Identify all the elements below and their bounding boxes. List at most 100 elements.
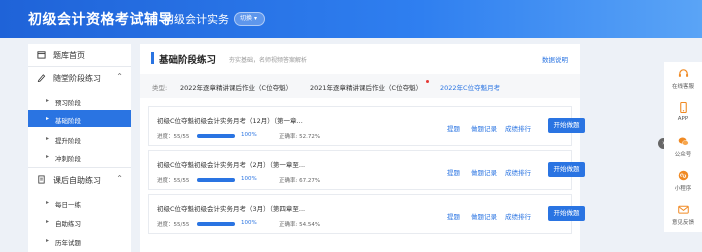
wechat-icon [678,137,689,146]
score-rank-link[interactable]: 成绩排行 [505,211,531,221]
start-practice-button[interactable]: 开始做题 [548,118,585,133]
divider [28,167,131,168]
rail-label: 在线客服 [671,84,694,90]
progress-fill [197,178,235,182]
sidebar-item-label: 自助练习 [55,220,81,228]
sidebar-item-label: 历年试题 [55,239,81,247]
progress-percent: 100% [241,132,257,138]
accuracy-rate: 正确率: 54.54% [279,222,321,228]
sidebar-group-self-practice[interactable]: 课后自助练习 ⌃ [28,169,131,191]
rail-label: 公众号 [674,152,692,158]
sidebar-item-improve[interactable]: ▸ 提升阶段 [28,130,131,147]
app-title: 初级会计资格考试辅导 [28,12,173,28]
sidebar-item-sprint[interactable]: ▸ 冲刺阶段 [28,148,131,165]
sidebar-item-label: 提升阶段 [55,137,81,145]
exam-title: 初级C位夺魁初级会计实务月考（2月）（第一章至... [157,161,306,169]
page-description: 夯实基础，名师视频答案解析 [229,57,308,64]
progress-label: 进度：55/55 [157,178,190,184]
mini-program-icon [678,170,689,181]
exam-card: 初级C位夺魁初级会计实务月考（12月）（第一章... 进度：55/55 100%… [148,106,585,146]
sidebar-item-label: 冲刺阶段 [55,155,81,163]
ask-question-link[interactable]: 提题 [447,167,460,177]
bullet-icon: ▸ [46,199,50,206]
sidebar-item-basic[interactable]: ▸ 基础阶段 [28,110,131,127]
right-tool-rail: 在线客服 APP 公众号 小程序 意见反馈 [664,62,702,232]
progress-percent: 100% [241,176,257,182]
chevron-up-icon[interactable]: ⌃ [116,174,123,183]
bullet-icon: ▸ [46,135,50,142]
progress-bar [197,178,235,182]
bullet-icon: ▸ [46,153,50,160]
exam-title: 初级C位夺魁初级会计实务月考（3月）（第四章至... [157,205,306,213]
answer-record-link[interactable]: 做题记录 [471,167,497,177]
sidebar-group-label: 随堂阶段练习 [53,74,101,83]
phone-icon [680,102,687,113]
sidebar-item-label: 基础阶段 [55,117,81,125]
chevron-down-icon: ▾ [254,15,258,22]
ask-question-link[interactable]: 提题 [447,211,460,221]
rail-label: APP [677,116,689,122]
sidebar-item-home[interactable]: 题库首页 [28,44,131,66]
answer-record-link[interactable]: 做题记录 [471,211,497,221]
bullet-icon: ▸ [46,237,50,244]
sidebar-item-past-exams[interactable]: ▸ 历年试题 [28,232,131,249]
mail-icon [678,205,689,214]
subject-name: 初级会计实务 [163,13,229,26]
sidebar-group-practice[interactable]: 随堂阶段练习 ⌃ [28,67,131,89]
filter-option-2022-homework[interactable]: 2022年逐章精讲课后作业（C位夺魁） [180,82,292,92]
pen-icon [37,74,46,82]
filter-option-2021-homework[interactable]: 2021年逐章精讲课后作业（C位夺魁） [310,82,422,92]
exam-title: 初级C位夺魁初级会计实务月考（12月）（第一章... [157,117,303,125]
sidebar: 题库首页 随堂阶段练习 ⌃ ▸ 预习阶段 ▸ 基础阶段 ▸ 提升阶段 ▸ 冲刺阶… [28,44,131,252]
sidebar-item-daily[interactable]: ▸ 每日一练 [28,194,131,211]
progress-percent: 100% [241,220,257,226]
progress-bar [197,222,235,226]
wechat-account-button[interactable]: 公众号 [664,132,702,162]
exam-card: 初级C位夺魁初级会计实务月考（2月）（第一章至... 进度：55/55 100%… [148,150,585,190]
mini-program-button[interactable]: 小程序 [664,166,702,196]
answer-record-link[interactable]: 做题记录 [471,123,497,133]
sidebar-item-self[interactable]: ▸ 自助练习 [28,213,131,230]
feedback-button[interactable]: 意见反馈 [664,200,702,230]
progress-fill [197,222,235,226]
online-service-button[interactable]: 在线客服 [664,64,702,94]
chevron-up-icon[interactable]: ⌃ [116,72,123,81]
new-badge-dot [426,80,429,83]
title-accent-bar [151,52,154,64]
rail-label: 意见反馈 [671,220,694,226]
accuracy-rate: 正确率: 67.27% [279,178,321,184]
exam-card: 初级C位夺魁初级会计实务月考（3月）（第四章至... 进度：55/55 100%… [148,194,585,234]
bullet-icon: ▸ [46,115,50,122]
progress-label: 进度：55/55 [157,222,190,228]
accuracy-rate: 正确率: 52.72% [279,134,321,140]
page-title: 基础阶段练习 [159,55,217,66]
data-explain-link[interactable]: 数据说明 [542,54,568,64]
rail-label: 小程序 [674,186,692,192]
main-panel: 基础阶段练习 夯实基础，名师视频答案解析 数据说明 类型: 2022年逐章精讲课… [140,44,585,252]
filter-option-monthly-exam[interactable]: 2022年C位夺魁月考 [440,82,500,92]
home-icon [37,51,46,59]
ask-question-link[interactable]: 提题 [447,123,460,133]
filter-label: 类型: [152,84,168,92]
start-practice-button[interactable]: 开始做题 [548,206,585,221]
sidebar-item-label: 题库首页 [53,51,85,60]
app-button[interactable]: APP [664,98,702,128]
score-rank-link[interactable]: 成绩排行 [505,167,531,177]
bullet-icon: ▸ [46,97,50,104]
top-header: 初级会计资格考试辅导 初级会计实务 切换 ▾ [0,0,702,38]
progress-fill [197,134,235,138]
sidebar-group-label: 课后自助练习 [53,176,101,185]
sidebar-item-label: 每日一练 [55,201,81,209]
switch-label: 切换 [240,15,253,22]
score-rank-link[interactable]: 成绩排行 [505,123,531,133]
start-practice-button[interactable]: 开始做题 [548,162,585,177]
bullet-icon: ▸ [46,218,50,225]
sidebar-item-preview[interactable]: ▸ 预习阶段 [28,92,131,109]
headset-icon [678,69,689,77]
document-icon [38,175,45,184]
type-filter-bar: 类型: 2022年逐章精讲课后作业（C位夺魁） 2021年逐章精讲课后作业（C位… [140,74,580,98]
sidebar-item-label: 预习阶段 [55,99,81,107]
switch-subject-button[interactable]: 切换 ▾ [234,12,265,26]
progress-label: 进度：55/55 [157,134,190,140]
progress-bar [197,134,235,138]
